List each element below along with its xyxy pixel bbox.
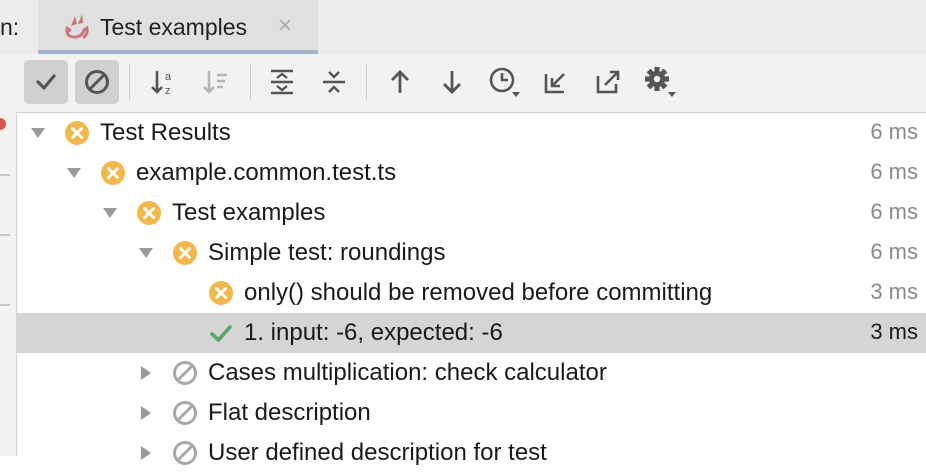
checkmark-icon xyxy=(36,74,56,90)
collapse-all-icon xyxy=(323,71,345,93)
chevron-right-icon[interactable] xyxy=(138,445,154,461)
left-gutter xyxy=(0,54,17,456)
tree-row-label: Test examples xyxy=(172,199,326,226)
sort-by-duration-button[interactable] xyxy=(194,60,238,104)
import-tests-button[interactable] xyxy=(534,60,578,104)
sort-alpha-icon: a z xyxy=(151,71,172,97)
sort-duration-icon xyxy=(203,71,227,94)
show-passed-button[interactable] xyxy=(24,60,68,104)
previous-failed-button[interactable] xyxy=(378,60,422,104)
tree-row-duration: 6 ms xyxy=(870,159,918,184)
toolbar-separator xyxy=(366,64,367,100)
ignored-icon xyxy=(173,441,197,465)
tree-row[interactable]: User defined description for test xyxy=(16,433,926,473)
expand-all-button[interactable] xyxy=(260,60,304,104)
export-icon xyxy=(596,70,620,94)
tree-row[interactable]: Simple test: roundings 6 ms xyxy=(16,233,926,273)
toolbar-separator xyxy=(250,64,251,100)
tree-row-label: only() should be removed before committi… xyxy=(244,279,713,306)
collapse-all-button[interactable] xyxy=(312,60,356,104)
tab-label: Test examples xyxy=(100,14,248,40)
chevron-right-icon[interactable] xyxy=(138,405,154,421)
tree-row[interactable]: example.common.test.ts 6 ms xyxy=(16,153,926,193)
tree-row[interactable]: Cases multiplication: check calculator xyxy=(16,353,926,393)
next-failed-button[interactable] xyxy=(430,60,474,104)
svg-text:a: a xyxy=(165,71,172,83)
stop-indicator-icon xyxy=(0,118,6,130)
tree-row-label: 1. input: -6, expected: -6 xyxy=(244,319,503,346)
tree-row-label: Flat description xyxy=(208,399,371,426)
failed-icon xyxy=(137,201,161,225)
tab-test-examples[interactable]: Test examples × xyxy=(38,0,318,54)
gear-icon xyxy=(645,67,676,97)
show-ignored-button[interactable] xyxy=(75,60,119,104)
clock-icon xyxy=(489,67,520,97)
close-icon[interactable]: × xyxy=(278,12,292,40)
tree-row-label: Cases multiplication: check calculator xyxy=(208,359,607,386)
tree-row-duration: 6 ms xyxy=(870,239,918,264)
ignored-icon xyxy=(173,361,197,385)
svg-text:z: z xyxy=(165,85,171,97)
arrow-up-icon xyxy=(391,70,409,93)
tree-row-label: Test Results xyxy=(100,119,231,146)
failed-icon xyxy=(209,281,233,305)
sort-alphabetically-button[interactable]: a z xyxy=(142,60,186,104)
jest-icon xyxy=(65,14,89,39)
import-icon xyxy=(544,73,565,94)
tree-row-duration: 6 ms xyxy=(870,119,918,144)
ignored-icon xyxy=(85,70,109,94)
test-history-button[interactable] xyxy=(482,60,526,104)
tree-row[interactable]: Test examples 6 ms xyxy=(16,193,926,233)
chevron-down-icon[interactable] xyxy=(66,165,82,181)
failed-icon xyxy=(101,161,125,185)
settings-button[interactable] xyxy=(638,60,682,104)
test-results-tree: Test Results 6 ms example.common.test.ts 6 … xyxy=(16,113,926,466)
chevron-right-icon[interactable] xyxy=(138,365,154,381)
passed-icon xyxy=(210,325,232,342)
failed-icon xyxy=(173,241,197,265)
tree-row-duration: 3 ms xyxy=(870,279,918,304)
chevron-down-icon[interactable] xyxy=(30,125,46,141)
tool-window-tab-strip: n: Test examples × xyxy=(0,0,926,54)
gutter-divider xyxy=(0,234,10,236)
tree-row[interactable]: Test Results 6 ms xyxy=(16,113,926,153)
chevron-down-icon[interactable] xyxy=(102,205,118,221)
gutter-divider xyxy=(0,304,10,306)
test-runner-toolbar: a z xyxy=(16,54,926,113)
arrow-down-icon xyxy=(443,71,461,94)
export-tests-button[interactable] xyxy=(586,60,630,104)
tree-row-label: User defined description for test xyxy=(208,439,547,466)
tree-row[interactable]: only() should be removed before committi… xyxy=(16,273,926,313)
tab-strip-prefix: n: xyxy=(0,14,20,40)
toolbar-separator xyxy=(129,64,130,100)
tree-row-label: Simple test: roundings xyxy=(208,239,446,266)
tree-row-duration: 3 ms xyxy=(870,319,918,344)
tree-row-label: example.common.test.ts xyxy=(136,159,397,186)
tree-row[interactable]: Flat description xyxy=(16,393,926,433)
chevron-down-icon[interactable] xyxy=(138,245,154,261)
ignored-icon xyxy=(173,401,197,425)
failed-icon xyxy=(65,121,89,145)
tree-row[interactable]: 1. input: -6, expected: -6 3 ms xyxy=(16,313,926,353)
gutter-divider xyxy=(0,174,10,176)
expand-all-icon xyxy=(271,69,293,95)
tree-row-duration: 6 ms xyxy=(870,199,918,224)
